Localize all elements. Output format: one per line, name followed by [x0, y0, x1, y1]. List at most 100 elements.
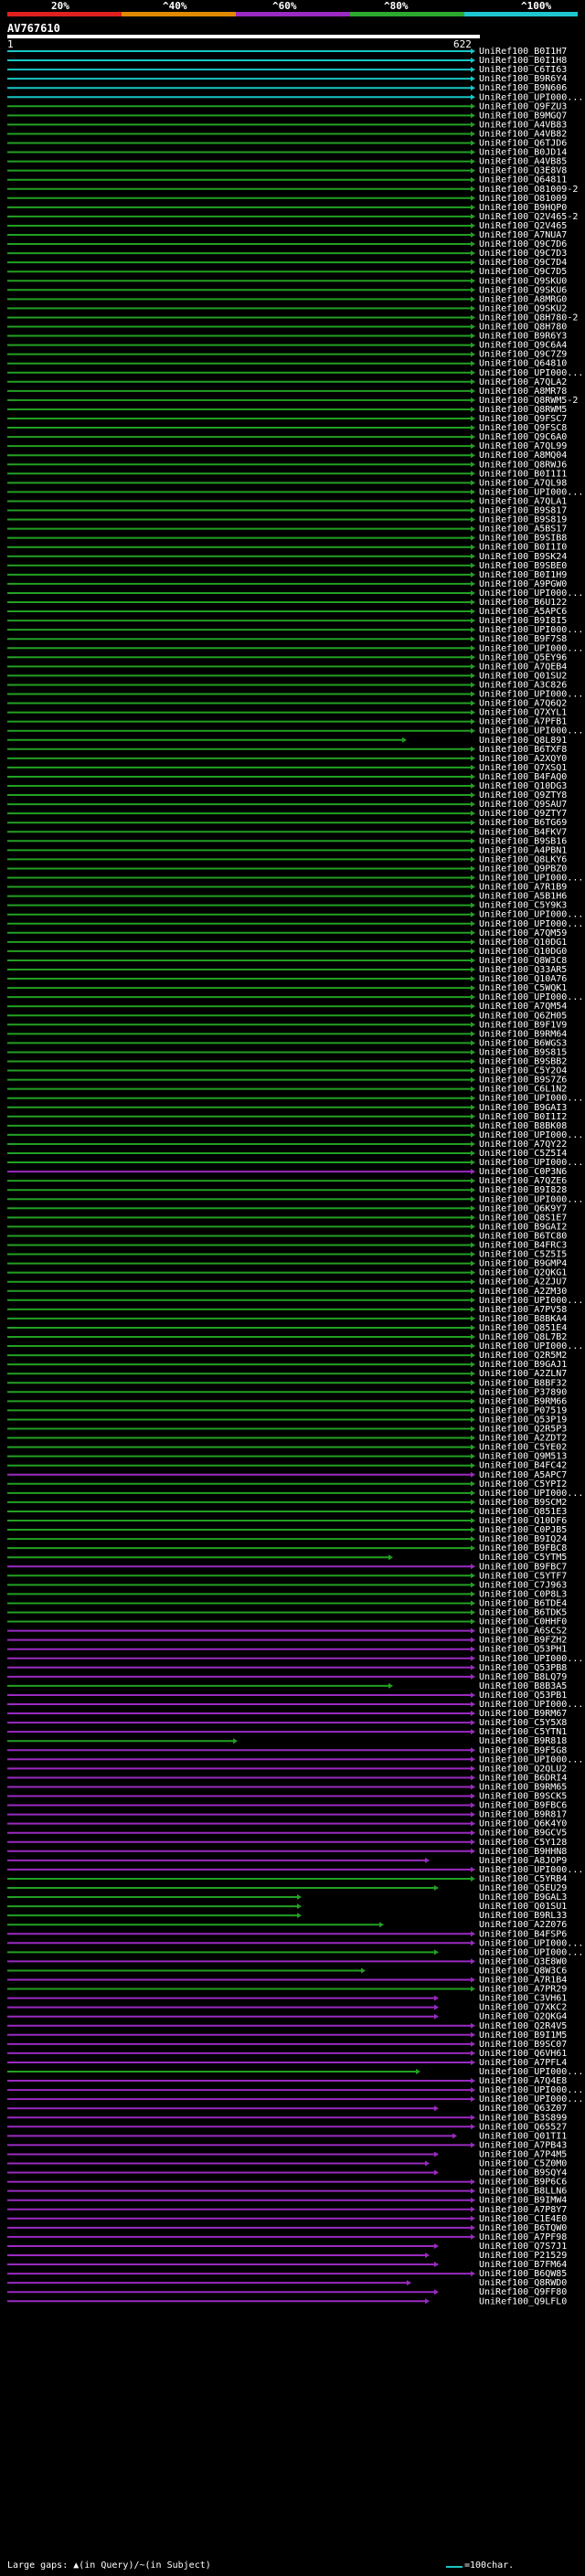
hit-arrow: [471, 452, 475, 459]
hit-arrow: [471, 1076, 475, 1083]
hit-arrow: [471, 222, 475, 228]
hit-arrow: [471, 1315, 475, 1321]
hit-arrow: [471, 1214, 475, 1221]
hit-arrow: [471, 1242, 475, 1248]
hit-arrow: [471, 553, 475, 559]
hit-arrow: [452, 2133, 457, 2139]
hit-arrow: [471, 471, 475, 477]
hit-arrow: [471, 425, 475, 431]
hit-arrow: [233, 1738, 238, 1744]
hit-arrow: [471, 1022, 475, 1028]
hit-arrow: [471, 406, 475, 412]
hit-arrow: [471, 654, 475, 661]
hit-arrow: [471, 1508, 475, 1514]
hit-arrow: [471, 1187, 475, 1193]
hit-arrow: [471, 305, 475, 312]
hit-arrow: [471, 1178, 475, 1184]
hit-arrow: [471, 1940, 475, 1946]
hit-arrow: [471, 149, 475, 155]
hit-arrow: [471, 1931, 475, 1937]
hit-arrow: [471, 158, 475, 164]
hit-arrow: [471, 994, 475, 1001]
hit-arrow: [471, 278, 475, 284]
hit-arrow: [471, 195, 475, 201]
hit-arrow: [471, 2178, 475, 2185]
hit-arrow: [471, 2188, 475, 2194]
hit-arrow: [471, 884, 475, 890]
hit-arrow: [434, 2242, 439, 2249]
hit-arrow: [471, 1518, 475, 1523]
hit-arrow: [471, 1637, 475, 1643]
hit-arrow: [471, 1288, 475, 1294]
hit-arrow: [471, 1866, 475, 1872]
hit-arrow: [471, 1444, 475, 1450]
hit-arrow: [471, 544, 475, 550]
hit-arrow: [471, 1986, 475, 1992]
hit-arrow: [471, 811, 475, 817]
hit-arrow: [297, 1894, 302, 1901]
hit-arrow: [471, 2115, 475, 2121]
hit-arrow: [471, 1160, 475, 1166]
footer: Large gaps: ▲(in Query)/~(in Subject) =1…: [7, 2560, 578, 2573]
hit-arrow: [471, 94, 475, 101]
hit-arrow: [471, 1573, 475, 1579]
hit-arrow: [471, 535, 475, 541]
hit-arrow: [471, 1545, 475, 1552]
hit-arrow: [471, 351, 475, 357]
hit-arrow: [471, 1775, 475, 1781]
hit-arrow: [471, 645, 475, 652]
hit-arrow: [471, 709, 475, 716]
hit-arrow: [471, 140, 475, 146]
hit-arrow: [471, 498, 475, 504]
hit-arrow: [425, 2160, 430, 2167]
hit-arrow: [471, 1829, 475, 1836]
hit-arrow: [471, 1691, 475, 1698]
hit-arrow: [471, 1269, 475, 1276]
hit-arrow: [471, 1196, 475, 1203]
hit-arrow: [471, 1049, 475, 1055]
hit-arrow: [471, 369, 475, 376]
hit-arrow: [434, 2105, 439, 2112]
hit-arrow: [434, 1949, 439, 1956]
hit-arrow: [471, 1627, 475, 1634]
hit-arrow: [471, 241, 475, 248]
hit-arrow: [471, 1104, 475, 1110]
hit-arrow: [471, 700, 475, 706]
hit-arrow: [471, 1371, 475, 1377]
hit-arrow: [471, 847, 475, 853]
hit-arrow: [434, 2013, 439, 2019]
hit-arrow: [471, 599, 475, 605]
hit-arrow: [471, 1352, 475, 1359]
hit-arrow: [471, 2233, 475, 2240]
hit-arrow: [388, 1682, 393, 1689]
hit-arrow: [471, 314, 475, 321]
hit-arrow: [471, 1150, 475, 1156]
hit-arrow: [471, 1527, 475, 1533]
hit-arrow: [471, 1489, 475, 1496]
hit-arrow: [471, 829, 475, 835]
hit-arrow: [471, 856, 475, 863]
hit-arrow: [471, 783, 475, 789]
hit-arrow: [471, 571, 475, 578]
hit-arrow: [471, 1233, 475, 1239]
hit-arrow: [471, 1040, 475, 1046]
hit-arrow: [471, 2124, 475, 2130]
hit-arrow: [471, 1958, 475, 1965]
hit-arrow: [425, 2253, 430, 2258]
hit-arrow: [471, 232, 475, 238]
hit-arrow: [425, 2298, 430, 2305]
hit-arrow: [471, 1756, 475, 1763]
hit-arrow: [471, 938, 475, 945]
hit-arrow: [471, 2041, 475, 2047]
hit-arrow: [471, 287, 475, 293]
hit-arrow: [471, 1701, 475, 1707]
hit-label[interactable]: UniRef100_Q9LFL0: [479, 2296, 567, 2306]
hit-arrow: [471, 461, 475, 468]
hit-arrow: [471, 58, 475, 64]
hit-arrow: [471, 727, 475, 734]
scale-label: =100char.: [464, 2560, 515, 2571]
hit-arrow: [388, 1554, 393, 1561]
large-gaps-note: Large gaps: ▲(in Query)/~(in Subject): [7, 2560, 211, 2571]
hit-arrow: [471, 1646, 475, 1652]
hit-arrow: [379, 1922, 384, 1928]
